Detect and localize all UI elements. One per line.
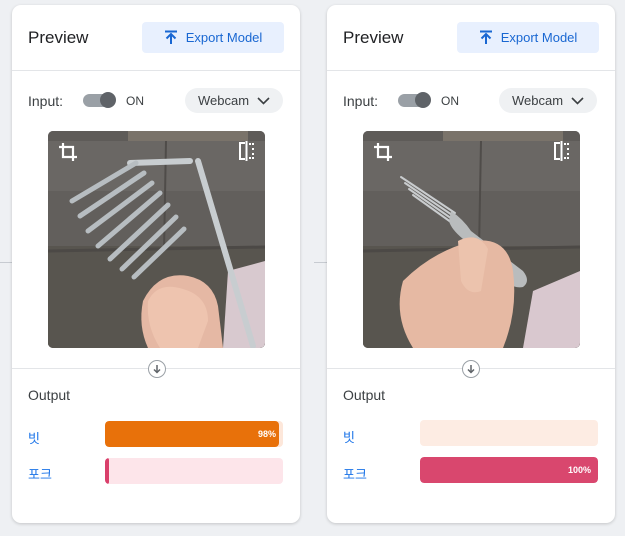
class-label: 포크 bbox=[28, 467, 52, 482]
arrow-down-icon bbox=[148, 360, 166, 378]
arrow-down-icon bbox=[462, 360, 480, 378]
webcam-frame-comb bbox=[48, 131, 265, 348]
input-label: Input: bbox=[343, 93, 379, 109]
panel-header: Preview Export Model bbox=[327, 5, 615, 71]
panel-header: Preview Export Model bbox=[12, 5, 300, 71]
export-model-button[interactable]: Export Model bbox=[457, 22, 599, 53]
input-source-select[interactable]: Webcam bbox=[185, 88, 283, 113]
confidence-bar bbox=[105, 458, 283, 484]
output-title: Output bbox=[28, 387, 71, 403]
class-label: 포크 bbox=[343, 467, 367, 482]
toggle-state-label: ON bbox=[126, 94, 144, 108]
confidence-bar bbox=[420, 420, 598, 446]
panel-title: Preview bbox=[28, 28, 89, 47]
flip-horizontal-icon[interactable] bbox=[552, 141, 570, 161]
input-source-value: Webcam bbox=[511, 93, 564, 108]
class-label: 빗 bbox=[343, 430, 355, 445]
class-label: 빗 bbox=[28, 431, 40, 446]
crop-icon[interactable] bbox=[373, 142, 393, 162]
flip-horizontal-icon[interactable] bbox=[237, 141, 255, 161]
input-label: Input: bbox=[28, 93, 64, 109]
export-model-button[interactable]: Export Model bbox=[142, 22, 284, 53]
flow-connector-middle bbox=[314, 262, 327, 263]
crop-icon[interactable] bbox=[58, 142, 78, 162]
input-source-select[interactable]: Webcam bbox=[499, 88, 597, 113]
confidence-fill bbox=[105, 458, 109, 484]
upload-arrow-icon bbox=[479, 30, 492, 44]
confidence-fill bbox=[105, 421, 280, 447]
panel-title: Preview bbox=[343, 28, 404, 47]
flow-connector-left bbox=[0, 262, 12, 263]
toggle-state-label: ON bbox=[441, 94, 459, 108]
preview-panel: Preview Export Model Input: ON Webcam Ou… bbox=[327, 5, 615, 523]
webcam-preview bbox=[48, 131, 265, 348]
preview-panel: Preview Export Model Input: ON Webcam Ou… bbox=[12, 5, 300, 523]
webcam-frame-fork bbox=[363, 131, 580, 348]
confidence-percent: 98% bbox=[257, 429, 276, 439]
confidence-bar: 100% bbox=[420, 457, 598, 483]
header-divider bbox=[12, 70, 300, 71]
export-model-label: Export Model bbox=[185, 30, 263, 45]
chevron-down-icon bbox=[571, 96, 584, 105]
confidence-bar: 98% bbox=[105, 421, 283, 447]
chevron-down-icon bbox=[257, 96, 270, 105]
confidence-percent: 100% bbox=[567, 465, 591, 475]
header-divider bbox=[327, 70, 615, 71]
upload-arrow-icon bbox=[164, 30, 177, 44]
export-model-label: Export Model bbox=[500, 30, 578, 45]
webcam-preview bbox=[363, 131, 580, 348]
input-toggle[interactable] bbox=[398, 92, 431, 109]
output-title: Output bbox=[343, 387, 386, 403]
input-toggle[interactable] bbox=[83, 92, 116, 109]
input-source-value: Webcam bbox=[197, 93, 250, 108]
